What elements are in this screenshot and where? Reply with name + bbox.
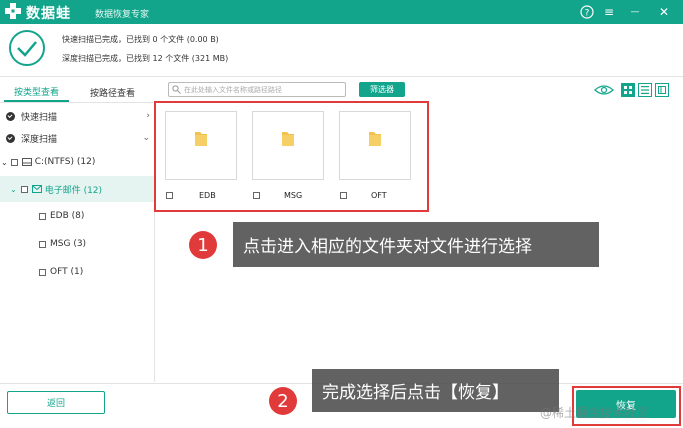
mail-folder-icon bbox=[31, 185, 42, 193]
search-icon bbox=[172, 85, 181, 94]
help-button[interactable]: ? bbox=[578, 3, 596, 21]
tab-by-path[interactable]: 按路径查看 bbox=[80, 82, 145, 102]
checked-dot-icon bbox=[6, 133, 15, 143]
sidebar-item-label: 快速扫描 bbox=[21, 112, 58, 123]
tree-item-oft[interactable]: OFT (1) bbox=[0, 259, 155, 285]
tree-item-label: EDB (8) bbox=[50, 211, 85, 221]
tree-item-msg[interactable]: MSG (3) bbox=[0, 231, 155, 257]
sidebar-item-deep-scan[interactable]: 深度扫描 ⌄ bbox=[0, 125, 155, 151]
menu-icon: ≡ bbox=[603, 5, 615, 19]
title-bar: 数据蛙 数据恢复专家 ? ≡ — ✕ bbox=[0, 0, 683, 24]
app-logo-icon bbox=[5, 3, 21, 19]
tree-checkbox[interactable] bbox=[10, 158, 18, 166]
list-icon bbox=[641, 86, 649, 94]
minimize-button[interactable]: — bbox=[626, 3, 644, 21]
chevron-right-icon: › bbox=[146, 111, 150, 121]
minimize-icon: — bbox=[630, 7, 640, 17]
instruction-callout: 完成选择后点击【恢复】 bbox=[312, 369, 559, 412]
tree-item-label: C:(NTFS) (12) bbox=[34, 157, 96, 167]
tree-checkbox[interactable] bbox=[39, 268, 46, 276]
tree-item-label: MSG (3) bbox=[50, 239, 87, 249]
step-badge: 2 bbox=[269, 387, 297, 415]
grid-icon bbox=[624, 86, 632, 94]
tree-item-email[interactable]: ⌄ 电子邮件 (12) bbox=[0, 176, 155, 202]
help-icon: ? bbox=[580, 5, 594, 19]
step-badge: 1 bbox=[189, 231, 217, 259]
tree-item-label: OFT (1) bbox=[50, 267, 84, 277]
tree-checkbox[interactable] bbox=[39, 212, 46, 220]
search-input[interactable]: 在此处输入文件名称或路径路径 bbox=[168, 82, 346, 97]
tab-by-type[interactable]: 按类型查看 bbox=[4, 82, 69, 102]
back-button[interactable]: 返回 bbox=[7, 391, 105, 414]
menu-button[interactable]: ≡ bbox=[600, 3, 618, 21]
detail-view-button[interactable] bbox=[655, 83, 669, 97]
tree-checkbox[interactable] bbox=[39, 240, 46, 248]
tree-item-drive[interactable]: ⌄ C:(NTFS) (12) bbox=[0, 149, 155, 175]
tree-item-label: 电子邮件 (12) bbox=[44, 185, 103, 196]
search-placeholder: 在此处输入文件名称或路径路径 bbox=[184, 86, 282, 94]
grid-view-button[interactable] bbox=[621, 83, 635, 97]
filter-button[interactable]: 筛选器 bbox=[359, 82, 405, 97]
sidebar: 快速扫描 › 深度扫描 ⌄ ⌄ C:(NTFS) (12) ⌄ 电子邮件 (12… bbox=[0, 102, 155, 382]
scan-complete-icon bbox=[9, 30, 45, 66]
divider bbox=[0, 76, 683, 77]
close-button[interactable]: ✕ bbox=[655, 3, 673, 21]
watermark: @稀土掘金技术社区 bbox=[540, 406, 649, 420]
folder-highlight-box bbox=[154, 101, 429, 212]
instruction-callout: 点击进入相应的文件夹对文件进行选择 bbox=[233, 222, 599, 267]
detail-view-icon bbox=[658, 86, 666, 94]
checked-dot-icon bbox=[6, 111, 15, 121]
sidebar-item-label: 深度扫描 bbox=[21, 134, 58, 145]
scan-status: 快速扫描已完成，已找到 0 个文件 (0.00 B) 深度扫描已完成，已找到 1… bbox=[0, 24, 683, 72]
close-icon: ✕ bbox=[658, 5, 670, 19]
view-tabs: 按类型查看 按路径查看 bbox=[0, 82, 155, 102]
caret-down-icon: ⌄ bbox=[1, 157, 8, 167]
tree-item-edb[interactable]: EDB (8) bbox=[0, 203, 155, 229]
svg-text:?: ? bbox=[585, 9, 590, 19]
deep-scan-status: 深度扫描已完成，已找到 12 个文件 (321 MB) bbox=[62, 54, 229, 63]
caret-down-icon: ⌄ bbox=[10, 184, 17, 194]
preview-eye-icon[interactable] bbox=[594, 84, 614, 96]
app-subtitle: 数据恢复专家 bbox=[95, 10, 150, 20]
list-view-button[interactable] bbox=[638, 83, 652, 97]
chevron-down-icon: ⌄ bbox=[142, 133, 150, 143]
tree-checkbox[interactable] bbox=[20, 185, 28, 193]
app-brand: 数据蛙 bbox=[26, 6, 71, 22]
drive-icon bbox=[21, 158, 32, 166]
quick-scan-status: 快速扫描已完成，已找到 0 个文件 (0.00 B) bbox=[62, 35, 219, 44]
